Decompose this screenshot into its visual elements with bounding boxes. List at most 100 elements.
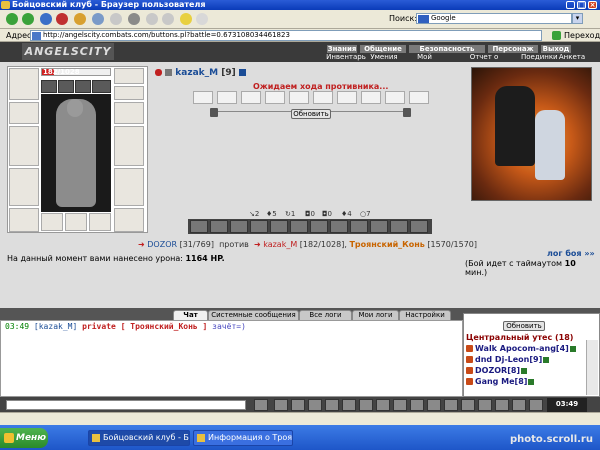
address-input[interactable]: http://angelscity.combats.com/buttons.pl… — [30, 30, 542, 41]
leggings-slot[interactable] — [114, 168, 144, 206]
room-user[interactable]: Gang Me[8] — [466, 377, 535, 386]
menu-inventory[interactable]: Инвентарь — [326, 53, 366, 61]
mute-icon[interactable] — [342, 399, 356, 411]
chat-input[interactable] — [6, 400, 246, 410]
forward-icon[interactable] — [22, 13, 34, 25]
menu-my-scroll[interactable]: Мой Скроллл — [402, 53, 447, 69]
enemy1-name[interactable]: DOZOR — [147, 240, 177, 249]
room-scrollbar[interactable] — [586, 340, 598, 395]
action-icon[interactable] — [270, 220, 288, 233]
room-user[interactable]: Walk Apocom-ang[4] — [466, 344, 576, 353]
boots-slot[interactable] — [114, 208, 144, 232]
friends-icon[interactable] — [461, 399, 475, 411]
search-dropdown-button[interactable]: ▾ — [572, 13, 583, 24]
scroll-slot-2[interactable] — [65, 213, 87, 231]
menu-battles[interactable]: Поединки — [521, 53, 558, 61]
tab-settings[interactable]: Настройки — [399, 310, 451, 320]
action-icon[interactable] — [410, 220, 428, 233]
reload-icon[interactable] — [40, 13, 52, 25]
attack-cell[interactable] — [313, 91, 333, 104]
player-nick[interactable]: kazak_M — [175, 68, 218, 78]
attack-cell[interactable] — [265, 91, 285, 104]
minimize-button[interactable]: _ — [566, 1, 575, 9]
bracers-slot[interactable] — [9, 102, 39, 124]
bag-icon[interactable] — [478, 399, 492, 411]
tab-chat[interactable]: Чат — [173, 310, 208, 320]
room-user[interactable]: dnd Dj-Leon[9] — [466, 355, 550, 364]
book-icon[interactable] — [444, 399, 458, 411]
action-icon[interactable] — [190, 220, 208, 233]
menu-transfers[interactable]: Отчет о переводах — [450, 53, 518, 69]
menu-profile[interactable]: Анкета — [557, 53, 587, 61]
me-name[interactable]: kazak_M — [263, 240, 297, 249]
stop-icon[interactable] — [56, 13, 68, 25]
send-icon[interactable] — [254, 399, 268, 411]
sound-icon[interactable] — [359, 399, 373, 411]
armor-slot[interactable] — [9, 168, 39, 206]
amulet-slot[interactable] — [114, 86, 144, 100]
ring-slot-3[interactable] — [75, 80, 91, 93]
attack-cell[interactable] — [409, 91, 429, 104]
menu-exit[interactable]: Выход — [541, 45, 571, 53]
tab-all-logs[interactable]: Все логи — [299, 310, 352, 320]
action-icon[interactable] — [290, 220, 308, 233]
belt-slot[interactable] — [9, 208, 39, 232]
trade-icon[interactable] — [410, 399, 424, 411]
favorites-icon[interactable] — [180, 13, 192, 25]
close-button[interactable]: × — [588, 1, 597, 9]
attack-cell[interactable] — [385, 91, 405, 104]
action-icon[interactable] — [250, 220, 268, 233]
ring-slot-4[interactable] — [92, 80, 111, 93]
maximize-button[interactable]: □ — [577, 1, 586, 9]
menu-character[interactable]: Персонаж — [488, 45, 538, 53]
exit-icon[interactable] — [529, 399, 543, 411]
attack-cell[interactable] — [361, 91, 381, 104]
edit-icon[interactable] — [162, 13, 174, 25]
room-refresh-button[interactable]: Обновить — [503, 321, 545, 331]
view-icon[interactable] — [146, 13, 158, 25]
menu-knowledge[interactable]: Знания — [327, 45, 357, 53]
attack-cell[interactable] — [193, 91, 213, 104]
action-icon[interactable] — [370, 220, 388, 233]
print-icon[interactable] — [92, 13, 104, 25]
action-icon[interactable] — [230, 220, 248, 233]
tools-icon[interactable] — [128, 13, 140, 25]
action-icon[interactable] — [310, 220, 328, 233]
search-input[interactable]: Google — [416, 13, 572, 24]
enemy2-name[interactable]: Троянский_Конь — [349, 240, 424, 249]
action-icon[interactable] — [350, 220, 368, 233]
refresh-button[interactable]: Обновить — [291, 109, 331, 119]
menu-communication[interactable]: Общение — [360, 45, 406, 53]
scroll-slot-1[interactable] — [41, 213, 63, 231]
start-button[interactable]: Меню — [0, 428, 48, 448]
filter-icon[interactable] — [308, 399, 322, 411]
menu-skills[interactable]: Умения — [369, 53, 399, 61]
scroll-slot-3[interactable] — [89, 213, 111, 231]
action-icon[interactable] — [210, 220, 228, 233]
settings-icon[interactable] — [376, 399, 390, 411]
info-icon[interactable] — [393, 399, 407, 411]
battle-log-link[interactable]: лог боя »» — [547, 249, 595, 258]
menu-security[interactable]: Безопасность — [409, 45, 485, 53]
clear-icon[interactable] — [291, 399, 305, 411]
go-button[interactable]: Переход — [552, 30, 600, 41]
help-icon[interactable] — [512, 399, 526, 411]
page-icon[interactable] — [110, 13, 122, 25]
gloves-slot[interactable] — [114, 102, 144, 124]
ring-slot-1[interactable] — [41, 80, 57, 93]
smile-icon[interactable] — [274, 399, 288, 411]
taskbar-item-info[interactable]: Информация о Троянс... — [193, 430, 293, 446]
tab-system-messages[interactable]: Системные сообщения — [208, 310, 299, 320]
info-icon[interactable] — [238, 69, 246, 76]
action-icon[interactable] — [330, 220, 348, 233]
users-icon[interactable] — [325, 399, 339, 411]
home-icon[interactable] — [74, 13, 86, 25]
chat-private[interactable]: private [ Троянский_Конь ] — [82, 322, 207, 331]
attack-cell[interactable] — [289, 91, 309, 104]
back-icon[interactable] — [6, 13, 18, 25]
attack-cell[interactable] — [241, 91, 261, 104]
attack-cell[interactable] — [337, 91, 357, 104]
map-icon[interactable] — [427, 399, 441, 411]
taskbar-item-browser[interactable]: Бойцовский клуб - Бр... — [88, 430, 190, 446]
action-icon[interactable] — [390, 220, 408, 233]
